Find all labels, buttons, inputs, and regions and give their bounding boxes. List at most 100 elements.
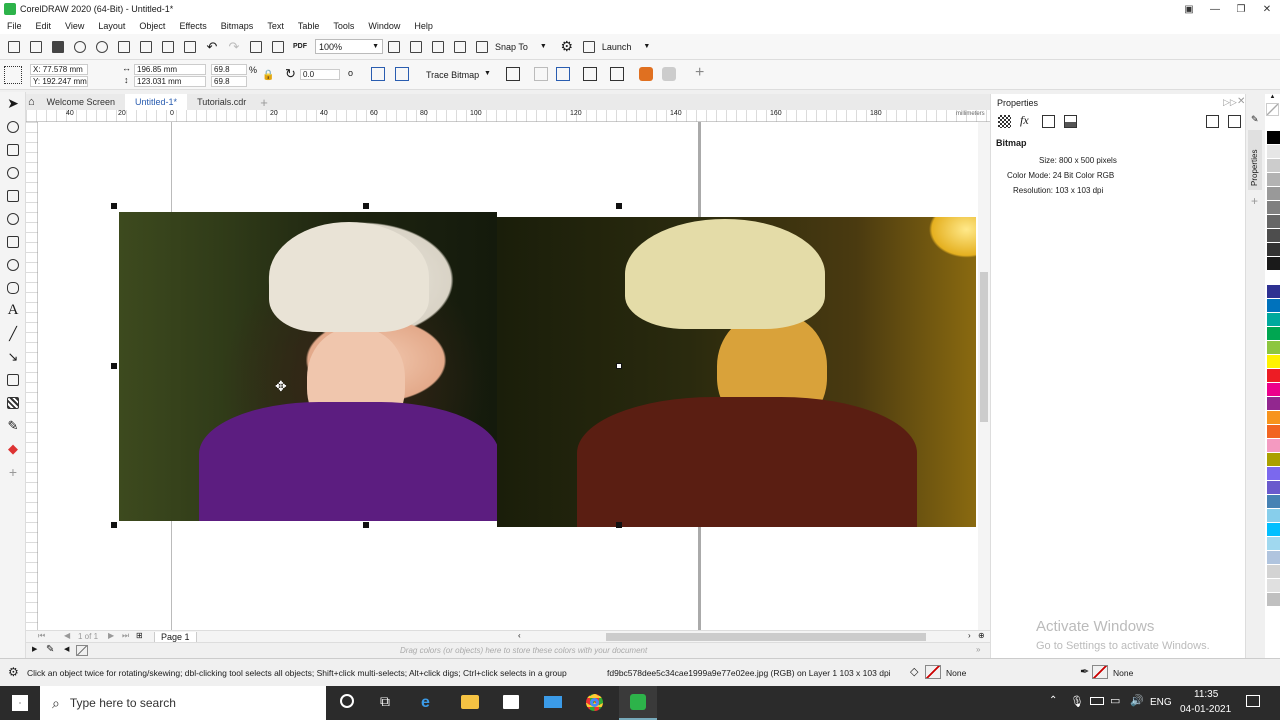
mirror-horizontal-icon[interactable] [371,67,385,81]
transparency-tool-icon[interactable] [0,391,26,414]
lock-ratio-icon[interactable]: 🔒 [262,70,274,81]
palette-swatch[interactable] [1267,229,1280,242]
first-page-icon[interactable]: ⏮ [38,631,45,641]
new-document-icon[interactable] [4,37,24,57]
x-position-field[interactable]: X: 77.578 mm [30,64,88,75]
redo-icon[interactable]: ↷ [224,37,244,57]
palette-swatch[interactable] [1267,551,1280,564]
menu-effects[interactable]: Effects [172,21,213,31]
menu-table[interactable]: Table [291,21,327,31]
height-field[interactable]: 123.031 mm [134,76,206,87]
text-tool-icon[interactable]: A [0,299,26,322]
interactive-fill-icon[interactable]: ◆ [0,437,26,460]
cortana-icon[interactable] [340,694,354,708]
launch-icon[interactable] [579,37,599,57]
add-icon[interactable]: + [695,64,704,82]
properties-side-tab[interactable]: Properties [1248,130,1262,190]
palette-swatch[interactable] [1267,145,1280,158]
clock-date[interactable]: 04-01-2021 [1180,704,1231,715]
palette-swatch[interactable] [1267,285,1280,298]
ellipse-tool-icon[interactable] [0,253,26,276]
zoom-canvas-icon[interactable]: ⊕ [978,631,985,640]
launch-button[interactable]: Launch [602,42,632,52]
minimize-button[interactable]: — [1202,0,1228,18]
shape-tool-icon[interactable] [0,115,26,138]
mail-icon[interactable] [544,696,562,708]
palette-swatch[interactable] [1267,439,1280,452]
palette-swatch[interactable] [1267,397,1280,410]
palette-swatch[interactable] [1267,215,1280,228]
palette-swatch[interactable] [1267,425,1280,438]
palette-scroll-up-icon[interactable]: ▲ [1266,94,1279,102]
menu-bitmaps[interactable]: Bitmaps [214,21,261,31]
status-settings-icon[interactable]: ⚙ [8,665,19,679]
palette-swatch[interactable] [1267,579,1280,592]
windows-start-icon[interactable] [12,695,28,711]
vertical-ruler[interactable] [26,122,38,630]
artistic-media-icon[interactable] [0,207,26,230]
mic-icon[interactable]: 🎙 [1070,695,1084,708]
menu-edit[interactable]: Edit [29,21,59,31]
show-rulers-icon[interactable] [406,37,426,57]
vertical-scrollbar[interactable] [978,122,990,630]
width-field[interactable]: 196.85 mm [134,64,206,75]
horizontal-scroll-thumb[interactable] [606,633,926,641]
next-page-icon[interactable]: ▶ [108,631,114,640]
polygon-tool-icon[interactable] [0,276,26,299]
bitmap-original[interactable] [119,212,497,521]
panel-options-icon[interactable] [1228,115,1241,128]
menu-view[interactable]: View [58,21,91,31]
coreldraw-taskbar-icon[interactable] [619,686,657,720]
task-view-icon[interactable]: ⧉ [380,693,390,710]
palette-none-swatch[interactable] [1266,103,1279,116]
palette-swatch[interactable] [1267,173,1280,186]
image-icon[interactable] [1064,115,1077,128]
palette-swatch[interactable] [1267,523,1280,536]
pin-icon[interactable]: ✎ [1251,114,1259,125]
palette-swatch[interactable] [1267,313,1280,326]
battery-icon[interactable] [1090,697,1104,705]
chrome-icon[interactable] [586,694,603,711]
fill-icon[interactable]: ◇ [910,665,918,678]
eyedropper-palette-icon[interactable]: ✎ [46,644,54,655]
palette-swatch[interactable] [1267,537,1280,550]
file-explorer-icon[interactable] [461,695,479,709]
palette-swatch[interactable] [1267,467,1280,480]
palette-swatch[interactable] [1267,453,1280,466]
palette-swatch[interactable] [1267,327,1280,340]
snap-to-chevron-icon[interactable]: ▼ [540,43,547,50]
notifications-icon[interactable] [1246,695,1260,707]
snap-to-button[interactable]: Snap To [495,42,528,52]
bitmap-edited[interactable] [497,217,976,527]
palette-swatch[interactable] [1267,117,1280,130]
restore-sidebar-icon[interactable]: ▣ [1176,0,1202,18]
document-palette[interactable]: ▶ ✎ ◀ Drag colors (or objects) here to s… [26,642,990,658]
palette-swatch[interactable] [1267,243,1280,256]
export-icon[interactable] [268,37,288,57]
y-position-field[interactable]: Y: 192.247 mm [30,76,88,87]
cut-icon[interactable] [136,37,156,57]
last-page-icon[interactable]: ⏭ [122,631,129,641]
menu-object[interactable]: Object [132,21,172,31]
menu-file[interactable]: File [0,21,29,31]
rectangle-tool-icon[interactable] [0,230,26,253]
selection-handle[interactable] [616,203,622,209]
edge-browser-icon[interactable]: e [421,694,430,712]
palette-swatch[interactable] [1267,481,1280,494]
layers-icon[interactable] [639,67,653,81]
home-icon[interactable]: ⌂ [28,96,35,108]
selection-handle[interactable] [111,522,117,528]
palette-swatch[interactable] [1267,355,1280,368]
show-grid-icon[interactable] [428,37,448,57]
scale-width-field[interactable]: 69.8 [211,64,247,75]
add-tool-icon[interactable]: + [0,460,26,483]
volume-icon[interactable]: 🔊 [1130,694,1144,707]
palette-swatch[interactable] [1267,341,1280,354]
palette-scroll-icon[interactable]: » [976,645,980,654]
network-icon[interactable]: ▭ [1110,694,1120,707]
palette-swatch[interactable] [1267,159,1280,172]
publish-pdf-icon[interactable]: PDF [290,37,310,57]
effects-fx-icon[interactable]: fx [1020,113,1029,128]
palette-swatch[interactable] [1267,369,1280,382]
selection-handle[interactable] [363,522,369,528]
